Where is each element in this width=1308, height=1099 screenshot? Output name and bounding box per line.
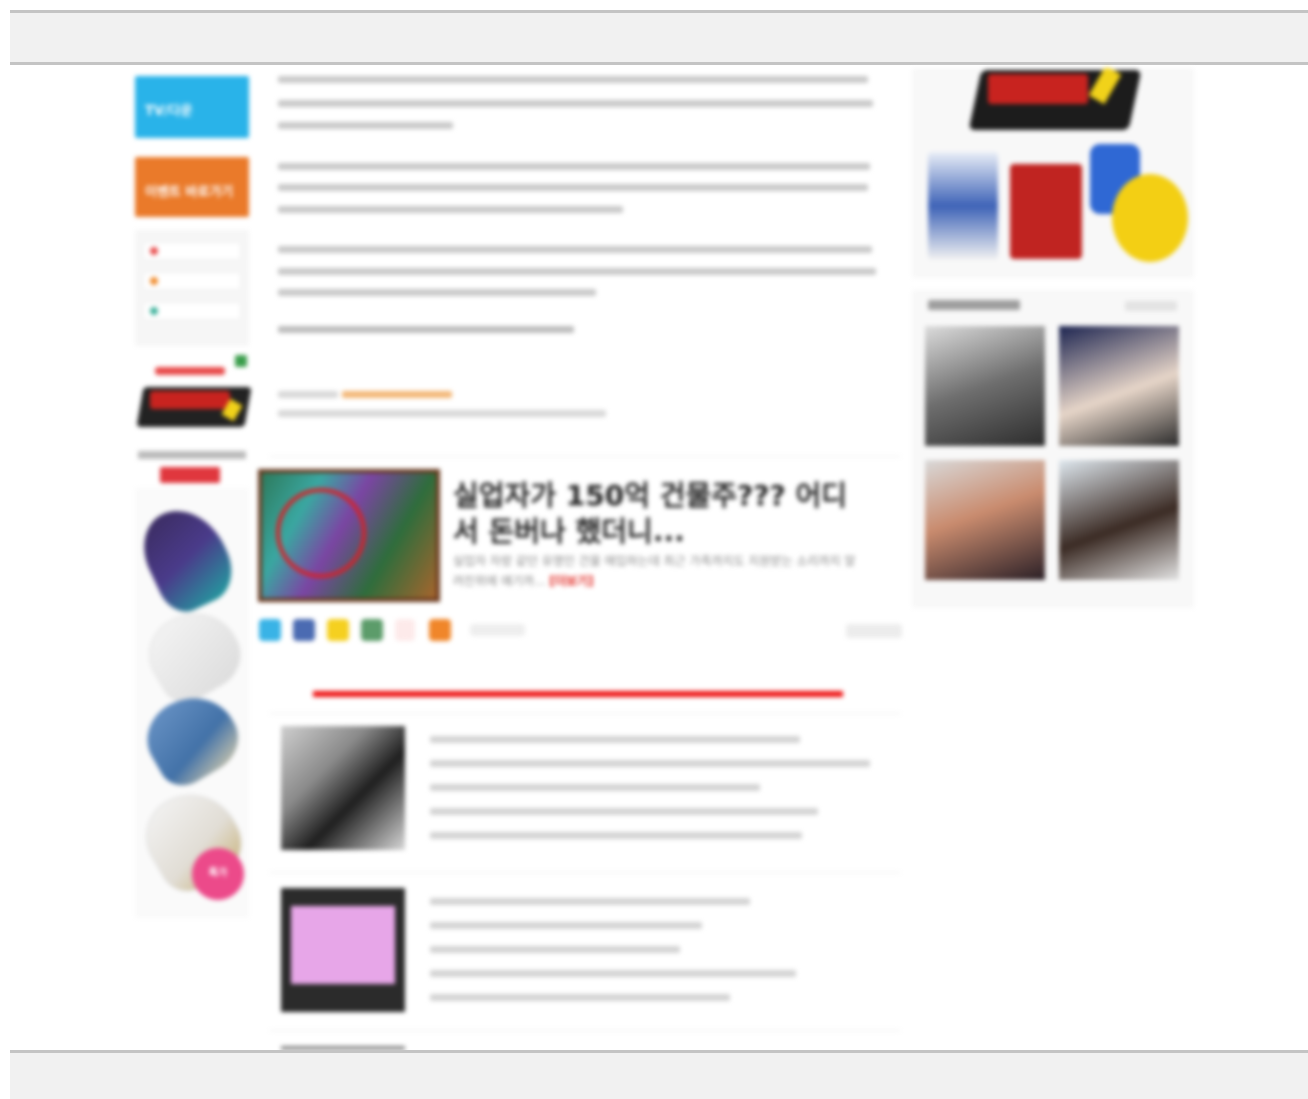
photo-grid-pager[interactable] <box>1125 301 1177 311</box>
product-image <box>928 152 998 260</box>
source-link[interactable] <box>342 391 452 398</box>
red-underline <box>313 691 843 697</box>
news-line[interactable] <box>430 832 802 839</box>
divider <box>270 456 900 457</box>
browser-top-bar <box>10 10 1308 65</box>
news-line[interactable] <box>430 922 702 929</box>
browser-bottom-bar <box>10 1050 1308 1099</box>
band-icon[interactable] <box>361 619 383 641</box>
divider <box>270 713 900 714</box>
product-image <box>1010 164 1082 259</box>
news-line[interactable] <box>430 946 680 953</box>
news-line[interactable] <box>430 760 870 767</box>
right-ad-logo-mark <box>988 74 1088 104</box>
ranking-widget <box>135 230 249 346</box>
kakao-icon[interactable] <box>327 619 349 641</box>
blue-side-button[interactable]: TV/다운 <box>135 76 249 138</box>
article-text-line <box>278 76 868 83</box>
news-line[interactable] <box>430 970 796 977</box>
article-text-line <box>278 289 596 296</box>
source-label <box>278 391 338 398</box>
thumbnail-pink-area <box>291 906 395 984</box>
highlight-circle <box>276 488 366 578</box>
ranking-row[interactable] <box>143 272 241 290</box>
news-line[interactable] <box>430 994 730 1001</box>
news-line[interactable] <box>430 808 818 815</box>
photo-thumbnail[interactable] <box>925 460 1045 580</box>
news-thumbnail[interactable] <box>281 888 405 1012</box>
source-text <box>278 410 606 417</box>
article-text-line <box>278 206 623 213</box>
article-text-line <box>278 122 453 129</box>
featured-title[interactable]: 실업자가 150억 건물주??? 어디서 돈버나 했더니... <box>453 478 853 550</box>
left-ad-banner[interactable] <box>135 353 252 443</box>
ad-logo-mark <box>150 391 230 409</box>
orange-side-button[interactable]: 이벤트 바로가기 <box>135 157 249 217</box>
share-count <box>470 624 525 636</box>
web-page: TV/다운 이벤트 바로가기 특가 실업자가 150억 건물주??? 어디서 돈… <box>0 68 1308 1050</box>
more-link[interactable]: [더보기] <box>549 574 593 588</box>
rank-dot-icon <box>150 277 158 285</box>
featured-desc: 실업자 자랑 같던 유명인 건물 매입하는데 최근 가족까지도 지원받는 소리까… <box>453 551 863 591</box>
rank-dot-icon <box>150 247 158 255</box>
news-line[interactable] <box>430 736 800 743</box>
rank-dot-icon <box>150 307 158 315</box>
article-text-line <box>278 100 873 107</box>
facebook-icon[interactable] <box>293 619 315 641</box>
article-text-line <box>278 326 574 333</box>
news-thumbnail[interactable] <box>281 726 405 850</box>
rss-icon[interactable] <box>429 619 451 641</box>
ranking-row[interactable] <box>143 302 241 320</box>
product-image <box>1112 174 1188 262</box>
twitter-icon[interactable] <box>259 619 281 641</box>
photo-thumbnail[interactable] <box>1059 326 1179 446</box>
ad-badge-icon <box>235 355 247 367</box>
article-text-line <box>278 184 868 191</box>
news-line[interactable] <box>430 898 750 905</box>
divider <box>270 872 900 873</box>
article-text-line <box>278 163 870 170</box>
photo-thumbnail[interactable] <box>1059 460 1179 580</box>
shoe-ad-caption <box>138 451 246 459</box>
divider <box>270 1030 900 1031</box>
ranking-row[interactable] <box>143 242 241 260</box>
shoe-promo-badge[interactable]: 특가 <box>192 848 244 900</box>
article-text-line <box>278 246 872 253</box>
report-button[interactable] <box>846 624 902 638</box>
shoe-ad-label <box>160 467 220 483</box>
featured-desc-text: 실업자 자랑 같던 유명인 건물 매입하는데 최근 가족까지도 지원받는 소리까… <box>453 554 856 588</box>
photo-grid-title <box>928 300 1020 310</box>
pin-icon[interactable] <box>395 619 415 641</box>
news-line[interactable] <box>430 784 760 791</box>
photo-thumbnail[interactable] <box>925 326 1045 446</box>
ad-tag <box>155 367 225 375</box>
article-text-line <box>278 268 876 275</box>
